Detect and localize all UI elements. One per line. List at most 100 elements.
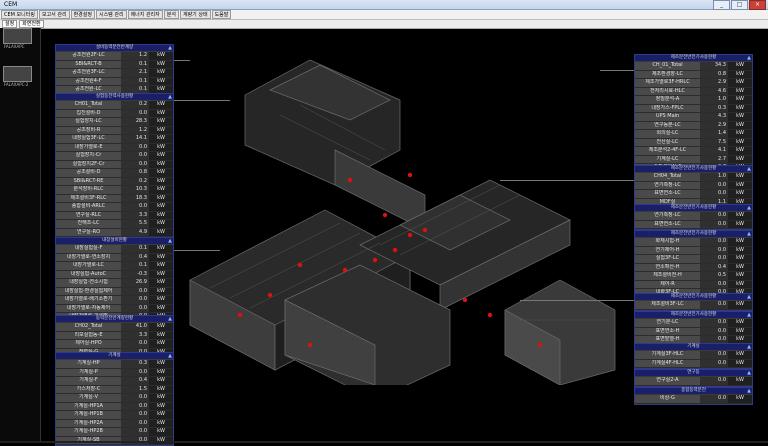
sensor-marker[interactable]: [267, 292, 273, 298]
meter-row[interactable]: 연기측정-LC 0.0 kW: [635, 181, 752, 190]
meter-row[interactable]: 내장가열로-자동제어 0.0 kW: [56, 304, 173, 313]
meter-row[interactable]: 기계실3F-HLC 0.0 kW: [635, 351, 752, 360]
meter-row[interactable]: 연구동분-LC 2.9 kW: [635, 121, 752, 130]
sensor-marker[interactable]: [372, 257, 378, 263]
menu-item[interactable]: 환경설정: [70, 10, 95, 19]
meter-row[interactable]: 연소확산-H 0.4 kW: [635, 263, 752, 272]
close-button[interactable]: ×: [749, 0, 766, 10]
meter-row[interactable]: 제어실-HPO 0.0 kW: [56, 340, 173, 349]
thumbnail-2[interactable]: FALAXAPC-2: [3, 66, 32, 87]
meter-row[interactable]: 기계실-HP 0.3 kW: [56, 360, 173, 369]
maximize-button[interactable]: □: [731, 0, 748, 10]
minimize-button[interactable]: _: [713, 0, 730, 10]
meter-row[interactable]: 연구실-RO 4.9 kW: [56, 228, 173, 237]
sensor-marker[interactable]: [392, 247, 398, 253]
menu-item[interactable]: 에너지 관리자: [127, 10, 163, 19]
collapse-triangle-icon[interactable]: ▲: [168, 353, 172, 359]
collapse-triangle-icon[interactable]: ▲: [747, 344, 751, 350]
sensor-marker[interactable]: [537, 342, 543, 348]
meter-row[interactable]: CH_01_Total 34.3 kW: [635, 62, 752, 71]
meter-row[interactable]: 실험3F-LC 0.0 kW: [635, 255, 752, 264]
toolbar-settings-button[interactable]: 설정: [2, 20, 18, 28]
building-3d-view[interactable]: [170, 55, 630, 385]
menu-item[interactable]: CEM 모니터링: [1, 10, 38, 19]
meter-row[interactable]: CH02_Total 41.0 kW: [56, 323, 173, 332]
collapse-triangle-icon[interactable]: ▲: [747, 388, 751, 394]
meter-row[interactable]: 연기측정-LC 0.0 kW: [635, 212, 752, 221]
meter-row[interactable]: 내장실험3F-LC 14.1 kW: [56, 135, 173, 144]
meter-row[interactable]: 제조분석2-4F-LC 4.1 kW: [635, 147, 752, 156]
meter-row[interactable]: 제조설비3F-LC 0.0 kW: [635, 301, 752, 310]
meter-row[interactable]: 분석장비-RLC 10.3 kW: [56, 186, 173, 195]
meter-row[interactable]: 표면연소-LC 0.0 kW: [635, 220, 752, 229]
meter-row[interactable]: 기계실-HP1B 0.0 kW: [56, 411, 173, 420]
collapse-triangle-icon[interactable]: ▲: [747, 55, 751, 61]
meter-row[interactable]: 연구실-RLC 3.3 kW: [56, 211, 173, 220]
meter-row[interactable]: 기계실4F-HLC 0.0 kW: [635, 359, 752, 368]
meter-row[interactable]: 기계실-HP2B 0.0 kW: [56, 428, 173, 437]
meter-row[interactable]: 비상-G 0.0 kW: [635, 395, 752, 404]
meter-row[interactable]: 공조전원3F-LC 2.1 kW: [56, 69, 173, 78]
sensor-marker[interactable]: [297, 262, 303, 268]
collapse-triangle-icon[interactable]: ▲: [168, 45, 172, 51]
meter-row[interactable]: CH04_Total 1.0 kW: [635, 173, 752, 182]
meter-row[interactable]: 연구실2-A 0.0 kW: [635, 377, 752, 386]
meter-row[interactable]: 공조장비-R 1.2 kW: [56, 126, 173, 135]
meter-row[interactable]: 실험장치-LC 28.3 kW: [56, 118, 173, 127]
collapse-triangle-icon[interactable]: ▲: [747, 294, 751, 300]
meter-row[interactable]: SBI&RCT-RE 0.2 kW: [56, 177, 173, 186]
sensor-marker[interactable]: [347, 177, 353, 183]
meter-row[interactable]: 전해조-LC 5.5 kW: [56, 220, 173, 229]
meter-row[interactable]: 내장가열로-E 0.0 kW: [56, 143, 173, 152]
meter-row[interactable]: 가스저장-C 1.5 kW: [56, 385, 173, 394]
toolbar-switch-button[interactable]: 화면전환: [19, 20, 44, 28]
meter-row[interactable]: 기계실-P 0.0 kW: [56, 368, 173, 377]
meter-row[interactable]: 내장실험-환경실험제어 0.0 kW: [56, 287, 173, 296]
sensor-marker[interactable]: [407, 172, 413, 178]
collapse-triangle-icon[interactable]: ▲: [747, 231, 751, 237]
collapse-triangle-icon[interactable]: ▲: [168, 94, 172, 100]
meter-row[interactable]: UPS Main 4.3 kW: [635, 113, 752, 122]
meter-row[interactable]: 기계실-HP1A 0.0 kW: [56, 402, 173, 411]
meter-row[interactable]: 제어-R 0.0 kW: [635, 280, 752, 289]
sensor-marker[interactable]: [487, 312, 493, 318]
meter-row[interactable]: 회의실-LC 1.4 kW: [635, 130, 752, 139]
meter-row[interactable]: 연기제어-H 0.0 kW: [635, 246, 752, 255]
thumbnail-1[interactable]: FALAXAPC: [3, 28, 32, 49]
meter-row[interactable]: 표면연소-LC 0.0 kW: [635, 190, 752, 199]
meter-row[interactable]: CH01_Total 0.2 kW: [56, 101, 173, 110]
meter-row[interactable]: 제조환경장-LC 0.8 kW: [635, 70, 752, 79]
meter-row[interactable]: 공조전원2F-LC 1.2 kW: [56, 52, 173, 61]
collapse-triangle-icon[interactable]: ▲: [747, 166, 751, 172]
menu-item[interactable]: 시스템 관리: [95, 10, 127, 19]
meter-row[interactable]: 내장가스-FPLC 0.3 kW: [635, 104, 752, 113]
meter-row[interactable]: 공조전원4-F 0.1 kW: [56, 77, 173, 86]
meter-row[interactable]: 내장가열로-배기소환기 0.0 kW: [56, 296, 173, 305]
collapse-triangle-icon[interactable]: ▲: [168, 238, 172, 244]
menu-item[interactable]: 보고서 관리: [38, 10, 70, 19]
sensor-marker[interactable]: [307, 342, 313, 348]
sensor-marker[interactable]: [342, 267, 348, 273]
meter-row[interactable]: 정밀분석-A 1.0 kW: [635, 96, 752, 105]
collapse-triangle-icon[interactable]: ▲: [747, 312, 751, 318]
meter-row[interactable]: 전산실-LC 7.5 kW: [635, 138, 752, 147]
meter-row[interactable]: SBI&RCT-B 0.1 kW: [56, 60, 173, 69]
meter-row[interactable]: 내장가열로-LC 0.1 kW: [56, 262, 173, 271]
sensor-marker[interactable]: [237, 312, 243, 318]
meter-row[interactable]: 내장실험실-F 0.1 kW: [56, 245, 173, 254]
meter-row[interactable]: 내장실험-연소시험 26.9 kW: [56, 279, 173, 288]
meter-row[interactable]: 제조설비전-H 0.5 kW: [635, 272, 752, 281]
collapse-triangle-icon[interactable]: ▲: [168, 316, 172, 322]
menu-item[interactable]: 계량기 상태: [179, 10, 211, 19]
meter-row[interactable]: 기계실-LC 2.7 kW: [635, 155, 752, 164]
meter-row[interactable]: 실험장치2F-Cr 0.0 kW: [56, 160, 173, 169]
sensor-marker[interactable]: [462, 297, 468, 303]
meter-row[interactable]: 표면연소-H 0.0 kW: [635, 327, 752, 336]
meter-row[interactable]: 집진설비-D 0.0 kW: [56, 109, 173, 118]
meter-row[interactable]: 기계실-F 0.4 kW: [56, 377, 173, 386]
meter-row[interactable]: 내장실험-AutoC -0.3 kW: [56, 270, 173, 279]
meter-row[interactable]: 리보실험동-E 3.3 kW: [56, 331, 173, 340]
sensor-marker[interactable]: [422, 227, 428, 233]
menu-item[interactable]: 도움말: [211, 10, 232, 19]
meter-row[interactable]: 제조가열로3F-HRLC 2.9 kW: [635, 79, 752, 88]
